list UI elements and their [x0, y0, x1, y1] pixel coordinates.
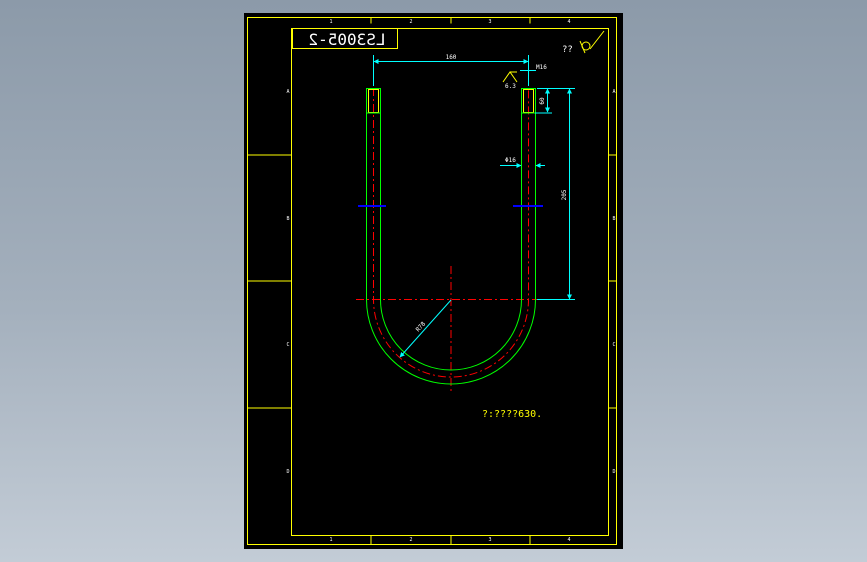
- dim-width-label: 160: [446, 54, 457, 61]
- dim-thread-length-label: 60: [539, 97, 546, 105]
- column-marker-top: 2: [409, 19, 412, 25]
- roughness-note: ??: [562, 45, 573, 55]
- row-marker-left: D: [286, 469, 289, 475]
- column-marker-top: 1: [329, 19, 332, 25]
- column-marker-bottom: 4: [567, 537, 570, 543]
- column-marker-bottom: 2: [409, 537, 412, 543]
- column-marker-top: 3: [488, 19, 491, 25]
- row-marker-left: B: [286, 216, 289, 222]
- column-marker-bottom: 3: [488, 537, 491, 543]
- row-marker-left: C: [286, 342, 289, 348]
- drawing-number: LS3005-2: [308, 30, 385, 49]
- column-marker-top: 4: [567, 19, 570, 25]
- row-marker-right: D: [612, 469, 615, 475]
- row-marker-right: B: [612, 216, 615, 222]
- column-marker-bottom: 1: [329, 537, 332, 543]
- drawing-sheet: [244, 13, 623, 549]
- row-marker-left: A: [286, 89, 289, 95]
- technical-note: ?:????630.: [482, 409, 542, 420]
- row-marker-right: C: [612, 342, 615, 348]
- cad-viewport[interactable]: 1 2 3 4 1 2 3 4 A B C D A B C D LS3005-2…: [0, 0, 867, 562]
- dim-thread-label: M16: [536, 64, 547, 71]
- dim-leg-label: 205: [561, 189, 568, 200]
- row-marker-right: A: [612, 89, 615, 95]
- surface-finish-label: 6.3: [505, 83, 516, 90]
- dim-diameter-label: Φ16: [505, 157, 516, 164]
- drawing-canvas[interactable]: 1 2 3 4 1 2 3 4 A B C D A B C D LS3005-2…: [0, 0, 867, 562]
